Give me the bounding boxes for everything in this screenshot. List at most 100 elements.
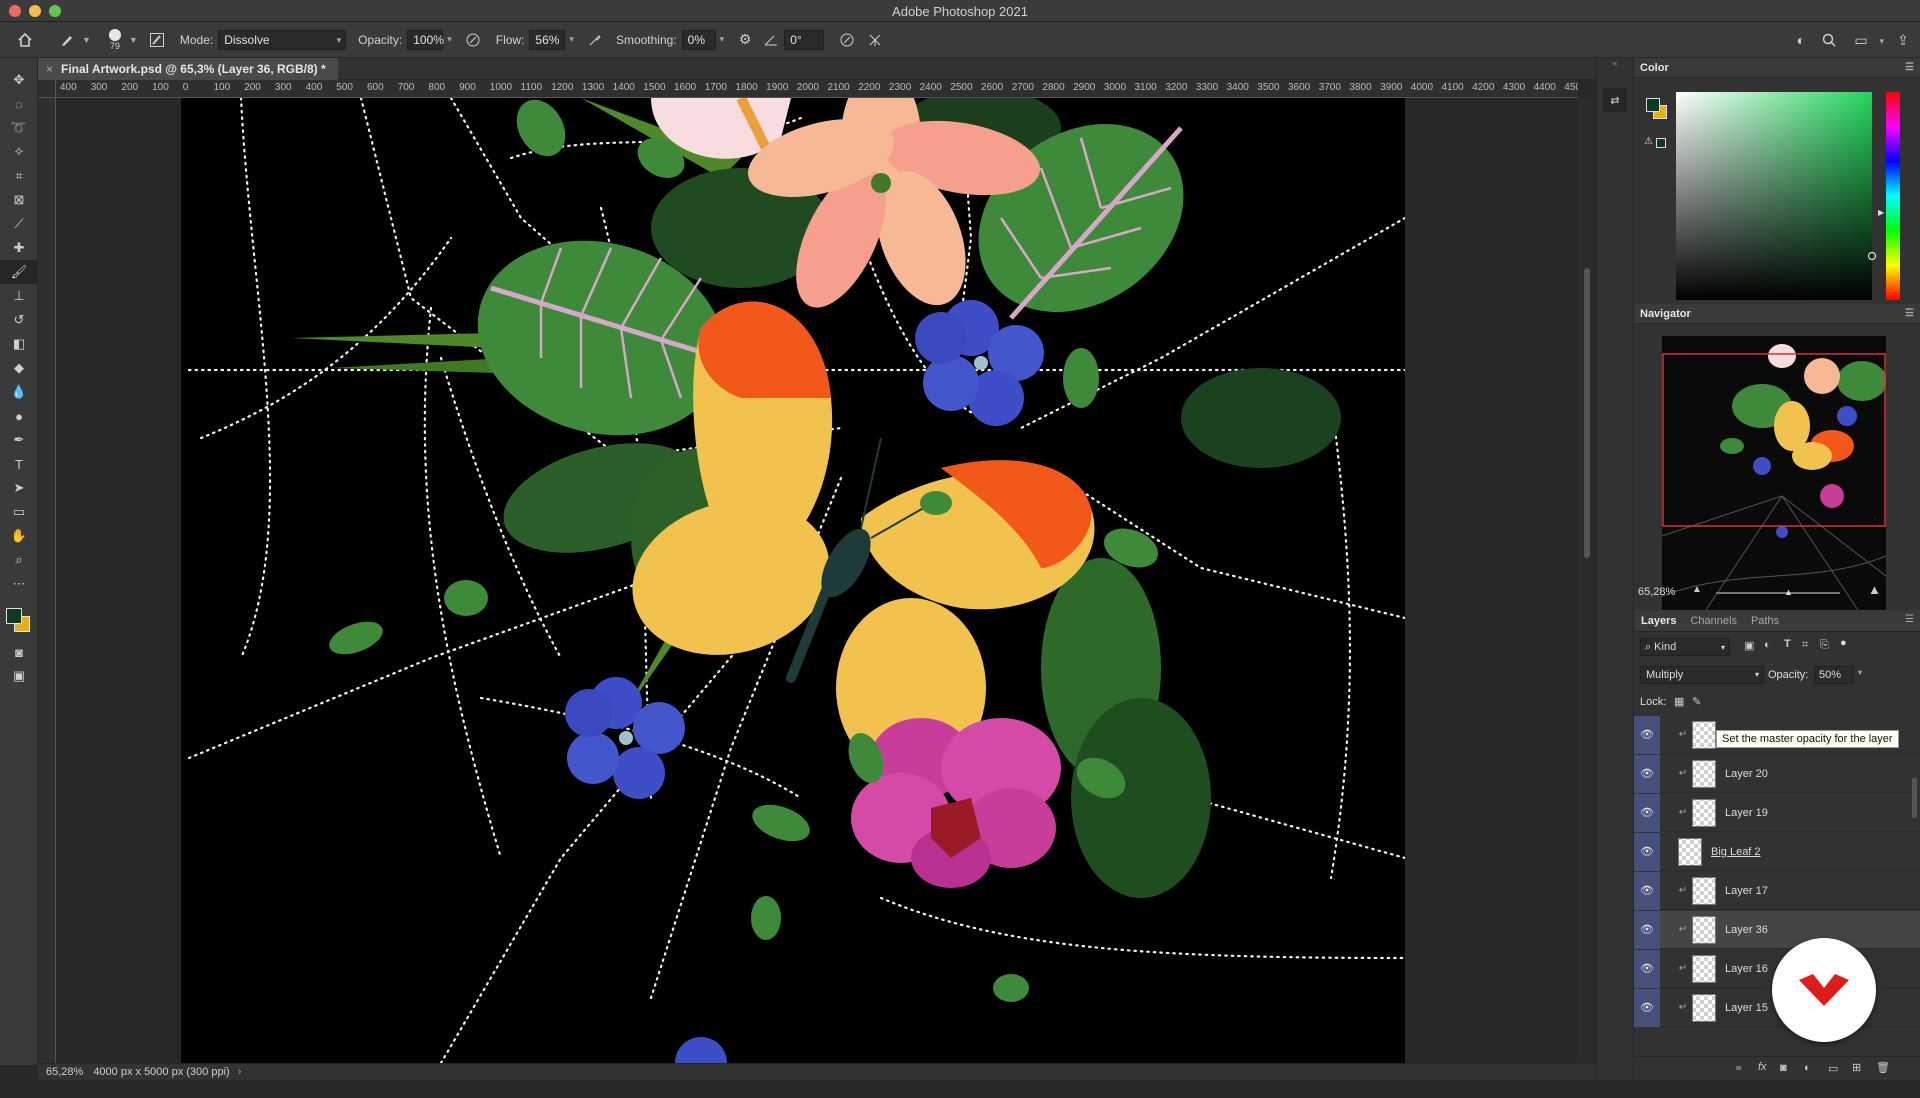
pen-tool-icon[interactable]: ✒ (0, 428, 38, 452)
filter-adjustment-icon[interactable]: ◐ (1764, 639, 1771, 651)
layer-thumbnail[interactable] (1678, 837, 1702, 866)
lasso-tool-icon[interactable]: ➰ (0, 116, 38, 140)
brush-size-picker[interactable]: 79 (105, 28, 125, 51)
pressure-opacity-icon[interactable] (462, 29, 484, 51)
eyedropper-tool-icon[interactable]: ⟋ (0, 212, 38, 236)
zoom-out-icon[interactable]: ▲ (1692, 584, 1702, 595)
filter-smart-object-icon[interactable]: ⎘ (1820, 639, 1829, 652)
canvas-workspace[interactable] (56, 98, 1578, 1063)
search-icon[interactable] (1818, 29, 1840, 51)
workspace-icon[interactable]: ▭ (1850, 29, 1872, 51)
web-safe-chip[interactable] (1656, 138, 1666, 148)
pressure-size-icon[interactable] (836, 29, 858, 51)
chevron-down-icon[interactable]: ▼ (82, 35, 91, 45)
layer-thumbnail[interactable] (1692, 798, 1716, 827)
layer-thumbnail[interactable] (1692, 993, 1716, 1022)
fx-icon[interactable]: fx (1758, 1061, 1767, 1073)
gamut-warning-icon[interactable]: ⚠ (1644, 136, 1653, 147)
eye-icon[interactable]: 👁 (1634, 910, 1660, 949)
horizontal-ruler[interactable]: 400 300 200 100 0 100 200 300 400 500 600 700 800 900… (56, 80, 1578, 98)
eye-icon[interactable]: 👁 (1634, 988, 1660, 1027)
tab-layers[interactable]: Layers (1634, 615, 1683, 627)
trash-icon[interactable]: 🗑 (1876, 1061, 1890, 1074)
layer-thumbnail[interactable] (1692, 720, 1716, 749)
layer-row[interactable]: 👁 ↵ Layer 17 (1634, 871, 1920, 910)
layer-row[interactable]: 👁 ↵ Layer 19 (1634, 793, 1920, 832)
symmetry-icon[interactable] (864, 29, 886, 51)
stamp-tool-icon[interactable]: ⊥ (0, 284, 38, 308)
path-selection-tool-icon[interactable]: ➤ (0, 476, 38, 500)
eye-icon[interactable]: 👁 (1634, 754, 1660, 793)
navigator-panel-header[interactable]: Navigator ☰ (1634, 304, 1920, 324)
share-upload-icon[interactable]: ⇪ (1892, 29, 1914, 51)
layer-name[interactable]: Layer 16 (1725, 963, 1768, 975)
blend-mode-select[interactable]: Multiply ▾ (1640, 666, 1764, 684)
zoom-tool-icon[interactable]: ⌕ (0, 548, 38, 572)
filter-toggle-icon[interactable]: ● (1840, 637, 1847, 649)
lock-transparency-icon[interactable]: ▦ (1674, 695, 1684, 708)
link-layers-icon[interactable]: ⚭ (1734, 1062, 1743, 1075)
layer-name[interactable]: Big Leaf 2 (1711, 846, 1761, 858)
healing-brush-tool-icon[interactable]: ✚ (0, 236, 38, 260)
vertical-scrollbar[interactable] (1578, 98, 1596, 1063)
tab-channels[interactable]: Channels (1683, 615, 1743, 627)
eye-icon[interactable]: 👁 (1634, 715, 1660, 754)
tab-paths[interactable]: Paths (1744, 615, 1786, 627)
chevron-down-icon[interactable]: ▼ (129, 35, 138, 45)
brush-tool-icon[interactable]: 🖌 (0, 260, 38, 284)
chevron-down-icon[interactable]: ▾ (447, 34, 452, 45)
flow-field[interactable]: 56% (529, 29, 566, 50)
hand-tool-icon[interactable]: ✋ (0, 524, 38, 548)
navigator-zoom-slider[interactable]: ▲ (1716, 587, 1840, 597)
zoom-slider-handle[interactable]: ▲ (1784, 587, 1793, 597)
color-field[interactable] (1676, 92, 1876, 300)
layer-thumbnail[interactable] (1692, 759, 1716, 788)
history-panel-icon[interactable]: ⇄ (1603, 88, 1627, 112)
hue-slider-arrow-icon[interactable]: ▶ (1878, 208, 1884, 217)
magic-wand-tool-icon[interactable]: ✧ (0, 140, 38, 164)
mode-select[interactable]: Dissolve ▾ (218, 29, 347, 50)
rectangle-tool-icon[interactable]: ▭ (0, 500, 38, 524)
brush-settings-icon[interactable] (146, 29, 168, 51)
angle-field[interactable]: 0° (784, 29, 825, 50)
screen-mode-icon[interactable]: ▣ (0, 664, 38, 688)
new-layer-icon[interactable]: ⊞ (1852, 1061, 1861, 1074)
layer-thumbnail[interactable] (1692, 915, 1716, 944)
navigator-zoom-value[interactable]: 65,28% (1638, 586, 1675, 598)
layer-thumbnail[interactable] (1692, 876, 1716, 905)
move-tool-icon[interactable]: ✥ (0, 68, 38, 92)
filter-pixel-icon[interactable]: ▣ (1744, 639, 1754, 652)
ruler-corner[interactable] (38, 80, 56, 98)
crop-tool-icon[interactable]: ⌗ (0, 164, 38, 188)
navigator-thumbnail[interactable] (1662, 336, 1886, 616)
dodge-tool-icon[interactable]: ● (0, 404, 38, 428)
status-zoom[interactable]: 65,28% (46, 1066, 83, 1078)
zoom-in-icon[interactable]: ▲ (1868, 582, 1881, 597)
chevron-down-icon[interactable]: ▾ (569, 34, 574, 45)
layer-name[interactable]: Layer 36 (1725, 924, 1768, 936)
layer-row[interactable]: 👁 Big Leaf 2 (1634, 832, 1920, 871)
quick-mask-icon[interactable]: ◙ (0, 640, 38, 664)
layer-name[interactable]: Layer 17 (1725, 885, 1768, 897)
close-tab-icon[interactable]: × (46, 62, 53, 76)
gear-icon[interactable]: ⚙ (734, 29, 756, 51)
paint-bucket-tool-icon[interactable]: ◆ (0, 356, 38, 380)
status-menu-arrow-icon[interactable]: › (238, 1066, 242, 1078)
adjustment-layer-icon[interactable]: ◐ (1804, 1062, 1811, 1074)
opacity-field[interactable]: 100% (407, 29, 444, 50)
eye-icon[interactable]: 👁 (1634, 949, 1660, 988)
layer-name[interactable]: Layer 20 (1725, 768, 1768, 780)
type-tool-icon[interactable]: T (0, 452, 38, 476)
layer-name[interactable]: Layer 19 (1725, 807, 1768, 819)
foreground-color-swatch[interactable] (6, 608, 22, 624)
layer-row[interactable]: 👁 ↵ Layer 36 (1634, 910, 1920, 949)
color-panel-header[interactable]: Color ☰ (1634, 58, 1920, 78)
filter-shape-icon[interactable]: ⌗ (1802, 639, 1808, 652)
frame-tool-icon[interactable]: ⊠ (0, 188, 38, 212)
filter-type-icon[interactable]: T (1784, 638, 1791, 650)
document-tab[interactable]: × Final Artwork.psd @ 65,3% (Layer 36, R… (38, 58, 338, 80)
color-picker-cursor[interactable] (1868, 252, 1876, 260)
brush-preset-icon[interactable] (56, 29, 78, 51)
panel-menu-icon[interactable]: ☰ (1905, 308, 1914, 319)
share-icon[interactable]: ◐ (1790, 29, 1812, 51)
